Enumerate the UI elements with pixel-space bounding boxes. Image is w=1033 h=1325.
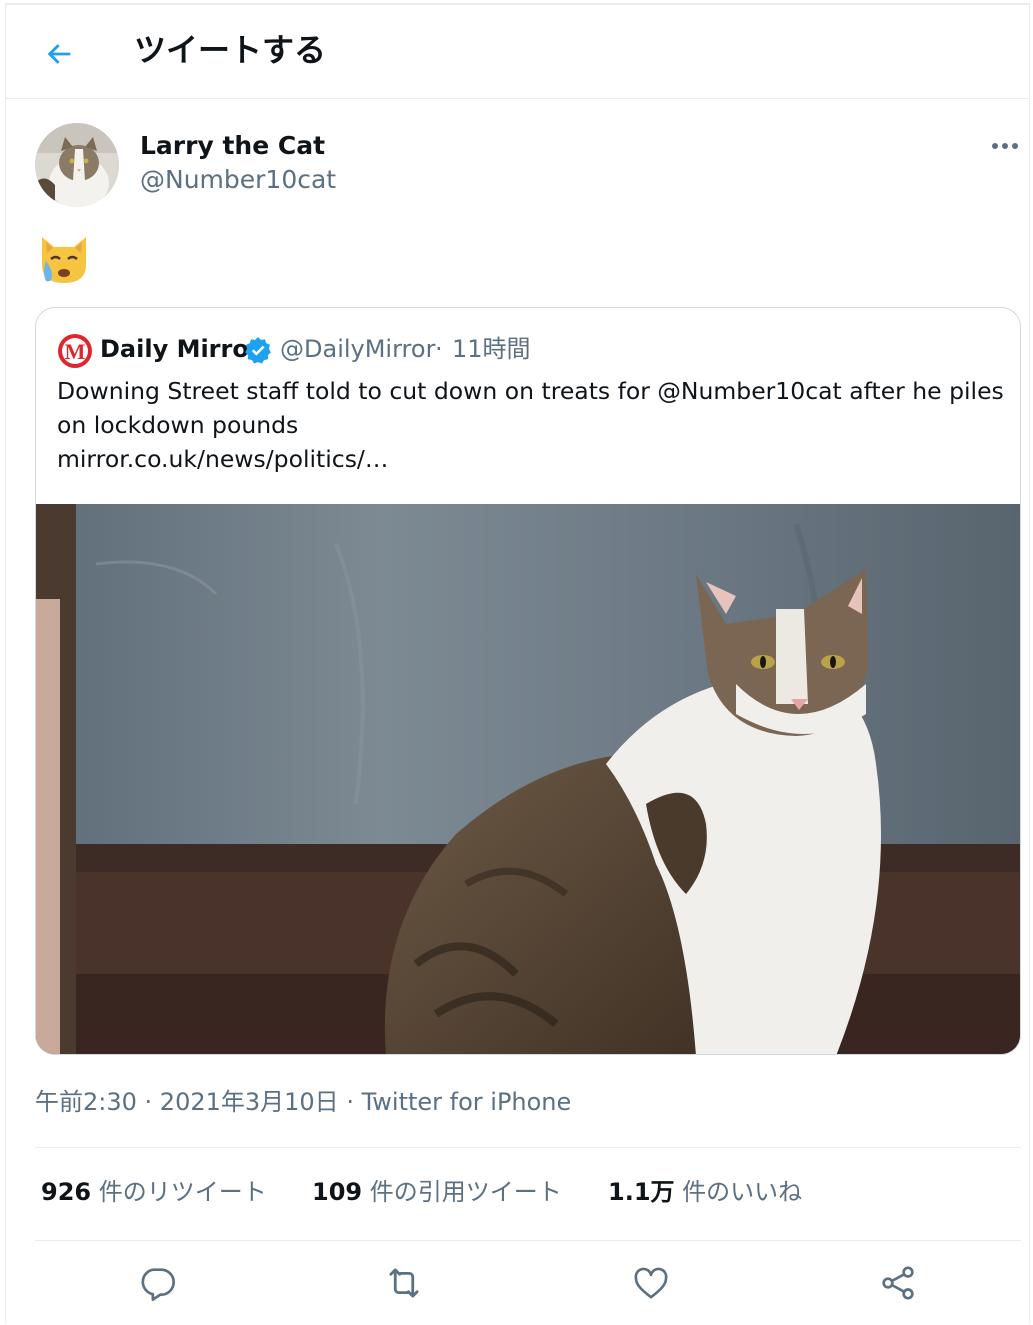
retweet-count-number: 926 (41, 1178, 92, 1206)
more-icon (992, 143, 1018, 149)
arrow-left-icon (47, 44, 71, 64)
separator-dot: · (435, 335, 443, 363)
display-name[interactable]: Larry the Cat (140, 129, 325, 163)
quoted-handle: @DailyMirror (280, 335, 436, 363)
back-button[interactable] (36, 31, 82, 77)
retweet-count[interactable]: 926 件のリツイート (41, 1175, 267, 1209)
like-count-label: 件のいいね (674, 1178, 803, 1206)
quoted-tweet[interactable]: M Daily Mirror @DailyMirror · 11時間 Downi… (35, 307, 1021, 1055)
meta-separator: · (136, 1088, 160, 1116)
verified-badge-icon (245, 337, 271, 364)
user-handle[interactable]: @Number10cat (140, 163, 336, 197)
avatar[interactable] (35, 123, 119, 207)
quoted-text: Downing Street staff told to cut down on… (57, 377, 1004, 439)
quote-count-number: 109 (312, 1178, 363, 1206)
daily-mirror-logo-icon: M (58, 334, 92, 368)
tweet-time[interactable]: 午前2:30 (35, 1088, 137, 1116)
share-icon (882, 1266, 914, 1300)
retweet-count-label: 件のリツイート (91, 1178, 267, 1206)
tweet-page: ツイートする Larry the Cat @Number10cat M Dail… (5, 3, 1030, 1323)
tweet-meta: 午前2:30 · 2021年3月10日 · Twitter for iPhone (35, 1085, 571, 1119)
more-button[interactable] (986, 131, 1024, 161)
quoted-photo[interactable] (36, 504, 1021, 1055)
tweet-date[interactable]: 2021年3月10日 (160, 1088, 339, 1116)
like-count[interactable]: 1.1万 件のいいね (608, 1175, 802, 1209)
retweet-icon (389, 1268, 419, 1298)
tweet-source[interactable]: Twitter for iPhone (362, 1088, 572, 1116)
divider (35, 1147, 1021, 1148)
quoted-display-name: Daily Mirror (100, 335, 261, 363)
crying-cat-face-emoji (42, 237, 86, 283)
like-button[interactable] (629, 1261, 673, 1305)
svg-text:M: M (65, 339, 86, 364)
divider (35, 1240, 1021, 1241)
retweet-button[interactable] (382, 1261, 426, 1305)
meta-separator: · (338, 1088, 362, 1116)
like-icon (634, 1267, 668, 1299)
cat-avatar-image (35, 123, 119, 207)
page-title: ツイートする (134, 31, 327, 69)
quoted-link[interactable]: mirror.co.uk/news/politics/… (57, 442, 388, 476)
page-header: ツイートする (6, 5, 1029, 99)
like-count-number: 1.1万 (608, 1178, 675, 1206)
reply-button[interactable] (135, 1261, 179, 1305)
quote-count[interactable]: 109 件の引用ツイート (312, 1175, 562, 1209)
reply-icon (141, 1268, 175, 1301)
share-button[interactable] (876, 1261, 920, 1305)
quote-count-label: 件の引用ツイート (362, 1178, 562, 1206)
quoted-timestamp: 11時間 (452, 335, 531, 363)
